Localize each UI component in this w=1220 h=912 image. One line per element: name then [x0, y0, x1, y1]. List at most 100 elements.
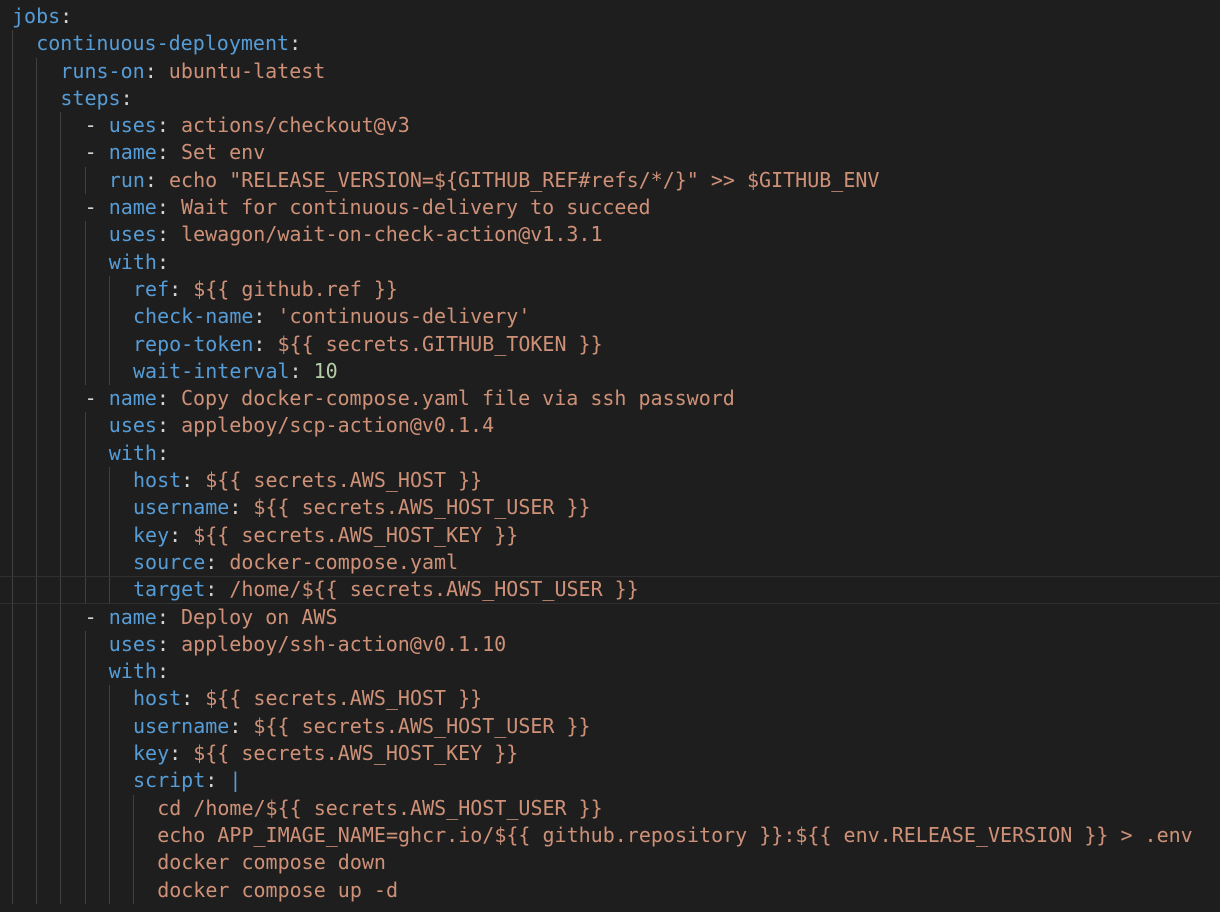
indent-guide: [60, 166, 62, 195]
code-text: host: ${{ secrets.AWS_HOST }}: [133, 685, 482, 712]
code-line[interactable]: username: ${{ secrets.AWS_HOST_USER }}: [0, 494, 1220, 522]
code-line[interactable]: with:: [0, 439, 1220, 468]
value-token: ${{ secrets.AWS_HOST_KEY }}: [193, 522, 519, 547]
code-line[interactable]: runs-on: ubuntu-latest: [0, 57, 1220, 85]
code-line-current[interactable]: target: /home/${{ secrets.AWS_HOST_USER …: [0, 576, 1220, 604]
code-line[interactable]: with:: [0, 248, 1220, 276]
code-line[interactable]: - name: Deploy on AWS: [0, 603, 1220, 631]
code-text: uses: lewagon/wait-on-check-action@v1.3.…: [109, 221, 603, 248]
code-line[interactable]: - name: Copy docker-compose.yaml file vi…: [0, 385, 1220, 413]
code-text: host: ${{ secrets.AWS_HOST }}: [133, 467, 482, 494]
code-line[interactable]: ref: ${{ github.ref }}: [0, 275, 1220, 304]
punct-token: :: [120, 85, 133, 110]
indent-guide: [60, 712, 62, 741]
key-token: uses: [108, 113, 157, 138]
code-text: cd /home/${{ secrets.AWS_HOST_USER }}: [157, 795, 603, 822]
indent-guide: [60, 577, 62, 603]
code-line[interactable]: key: ${{ secrets.AWS_HOST_KEY }}: [0, 521, 1220, 549]
key-token: repo-token: [133, 331, 254, 356]
code-line[interactable]: host: ${{ secrets.AWS_HOST }}: [0, 685, 1220, 713]
code-text: run: echo "RELEASE_VERSION=${GITHUB_REF#…: [109, 167, 880, 194]
indent-guide: [12, 521, 13, 549]
punct-token: :: [156, 140, 181, 165]
code-text: docker compose down: [157, 849, 386, 876]
indent-guide: [84, 357, 86, 386]
indent-guide: [84, 166, 86, 195]
code-line[interactable]: docker compose up -d: [0, 876, 1220, 904]
key-token: run: [108, 167, 145, 192]
punct-token: :: [144, 167, 170, 192]
code-line[interactable]: check-name: 'continuous-delivery': [0, 303, 1220, 331]
punct-token: :: [60, 4, 73, 28]
indent-guide: [108, 712, 110, 741]
indent-guide: [36, 139, 38, 167]
indent-guide: [60, 467, 62, 495]
punct-token: :: [229, 713, 254, 738]
code-editor[interactable]: jobs: continuous-deployment: runs-on: ubun…: [0, 3, 1220, 912]
indent-guide: [36, 630, 38, 659]
indent-guide: [84, 740, 86, 768]
code-line[interactable]: docker compose down: [0, 849, 1220, 877]
code-line[interactable]: - name: Wait for continuous-delivery to …: [0, 194, 1220, 222]
code-line[interactable]: host: ${{ secrets.AWS_HOST }}: [0, 467, 1220, 495]
code-line[interactable]: - uses: actions/checkout@v3: [0, 112, 1220, 140]
key-token: ref: [133, 276, 170, 301]
code-line[interactable]: jobs:: [0, 3, 1220, 30]
indent-guide: [108, 740, 110, 768]
code-line[interactable]: - name: Set env: [0, 139, 1220, 167]
code-line[interactable]: username: ${{ secrets.AWS_HOST_USER }}: [0, 712, 1220, 741]
value-token: echo "RELEASE_VERSION=${GITHUB_REF#refs/…: [169, 167, 880, 192]
code-line[interactable]: repo-token: ${{ secrets.GITHUB_TOKEN }}: [0, 330, 1220, 358]
indent-guide: [108, 357, 110, 386]
value-token: cd /home/${{ secrets.AWS_HOST_USER }}: [157, 795, 603, 820]
code-line[interactable]: cd /home/${{ secrets.AWS_HOST_USER }}: [0, 794, 1220, 822]
code-line[interactable]: source: docker-compose.yaml: [0, 548, 1220, 577]
indent-guide: [12, 248, 13, 276]
indent-guide: [60, 603, 62, 631]
key-token: check-name: [133, 304, 254, 329]
indent-guide: [12, 412, 13, 440]
indent-guide: [12, 57, 13, 85]
code-line[interactable]: with:: [0, 658, 1220, 686]
indent-guide: [84, 658, 86, 686]
value-token: /home/${{ secrets.AWS_HOST_USER }}: [229, 577, 639, 602]
code-text: username: ${{ secrets.AWS_HOST_USER }}: [133, 494, 591, 521]
indent-guide: [84, 275, 86, 304]
code-line[interactable]: uses: appleboy/ssh-action@v0.1.10: [0, 630, 1220, 659]
indent-guide: [36, 821, 38, 850]
code-text: - name: Copy docker-compose.yaml file vi…: [85, 385, 735, 412]
code-text: echo APP_IMAGE_NAME=ghcr.io/${{ github.r…: [157, 822, 1193, 849]
indent-guide: [84, 221, 86, 249]
punct-token: :: [156, 604, 181, 629]
indent-guide: [60, 275, 62, 304]
code-text: check-name: 'continuous-delivery': [133, 303, 530, 330]
code-line[interactable]: echo APP_IMAGE_NAME=ghcr.io/${{ github.r…: [0, 821, 1220, 850]
punct-token: :: [205, 549, 230, 574]
indent-guide: [12, 330, 13, 358]
code-line[interactable]: run: echo "RELEASE_VERSION=${GITHUB_REF#…: [0, 166, 1220, 195]
code-line[interactable]: uses: lewagon/wait-on-check-action@v1.3.…: [0, 221, 1220, 249]
punct-token: :: [156, 195, 181, 220]
punct-token: :: [169, 276, 194, 301]
indent-guide: [12, 166, 13, 195]
code-line[interactable]: continuous-deployment:: [0, 30, 1220, 58]
code-line[interactable]: key: ${{ secrets.AWS_HOST_KEY }}: [0, 740, 1220, 768]
indent-guide: [12, 794, 13, 822]
value-token: appleboy/ssh-action@v0.1.10: [181, 631, 507, 656]
indent-guide: [36, 849, 38, 877]
value-token: Copy docker-compose.yaml file via ssh pa…: [180, 386, 735, 411]
value-token: docker compose up -d: [157, 877, 399, 902]
code-line[interactable]: script: |: [0, 767, 1220, 795]
code-line[interactable]: wait-interval: 10: [0, 357, 1220, 386]
code-text: docker compose up -d: [157, 877, 398, 904]
code-line[interactable]: steps:: [0, 84, 1220, 113]
key-token: host: [133, 468, 182, 493]
punct-token: :: [205, 577, 230, 602]
indent-guide: [108, 821, 110, 850]
indent-guide: [12, 630, 13, 659]
value-token: ${{ secrets.AWS_HOST }}: [205, 686, 483, 711]
code-line[interactable]: uses: appleboy/scp-action@v0.1.4: [0, 412, 1220, 440]
indent-guide: [12, 876, 13, 904]
indent-guide: [108, 521, 110, 549]
value-token: ${{ secrets.AWS_HOST_USER }}: [253, 713, 591, 738]
